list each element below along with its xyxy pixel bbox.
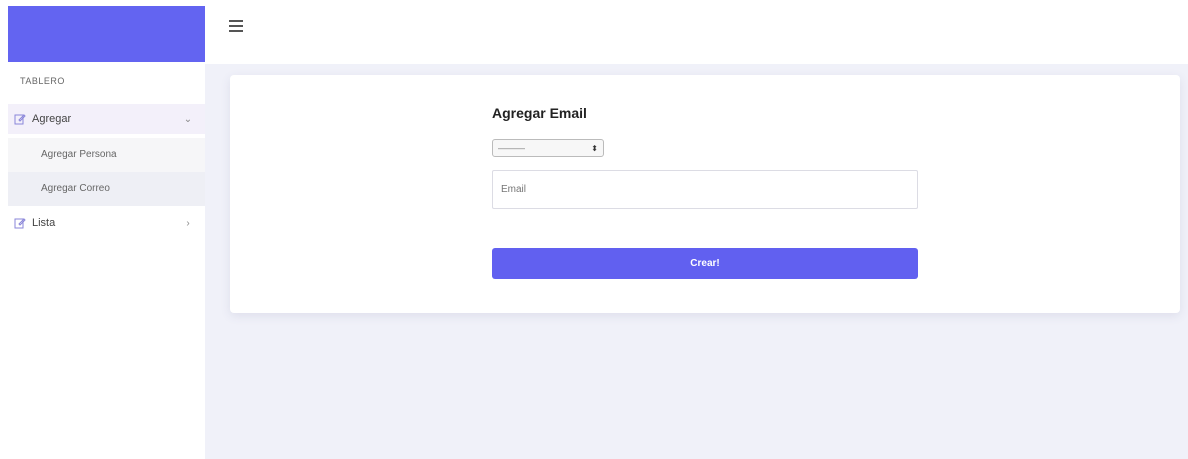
hamburger-menu-icon[interactable]: [229, 20, 243, 32]
sidebar-item-lista[interactable]: Lista ›: [8, 208, 205, 238]
chevron-down-icon: ⌄: [183, 113, 193, 125]
select-arrows-icon: ⬍: [591, 143, 598, 153]
sidebar-item-label: Agregar: [32, 113, 72, 125]
person-select[interactable]: ——— ⬍: [492, 139, 604, 157]
form-title: Agregar Email: [492, 105, 587, 121]
brand-logo: [8, 6, 205, 62]
sidebar-subitem-agregar-persona[interactable]: Agregar Persona: [8, 138, 205, 172]
sidebar-item-agregar[interactable]: Agregar ⌄: [8, 104, 205, 134]
email-input[interactable]: [492, 170, 918, 209]
select-value: ———: [498, 143, 525, 153]
form-card: Agregar Email ——— ⬍ Crear!: [230, 75, 1180, 313]
topbar: [205, 0, 1188, 64]
chevron-right-icon: ›: [186, 217, 190, 229]
main-content: Agregar Email ——— ⬍ Crear!: [205, 64, 1188, 459]
sidebar-section-title: TABLERO: [20, 76, 65, 86]
edit-icon: [14, 114, 26, 125]
sidebar-item-label: Lista: [32, 217, 56, 229]
sidebar: TABLERO Agregar ⌄ Agregar Persona Agrega…: [8, 6, 205, 459]
create-button[interactable]: Crear!: [492, 248, 918, 279]
sidebar-subitem-agregar-correo[interactable]: Agregar Correo: [8, 172, 205, 206]
add-email-form: Agregar Email ——— ⬍ Crear!: [492, 105, 918, 279]
edit-icon: [14, 218, 26, 229]
